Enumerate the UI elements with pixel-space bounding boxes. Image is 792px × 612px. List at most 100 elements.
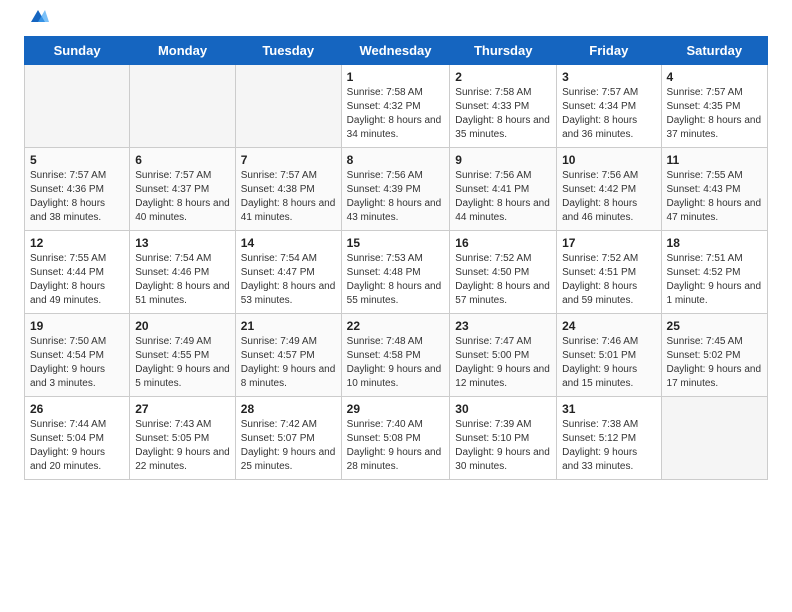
daylight-text: Daylight: 9 hours and 12 minutes. (455, 363, 551, 391)
sunrise-text: Sunrise: 7:58 AM (347, 86, 445, 100)
week-row-2: 12Sunrise: 7:55 AMSunset: 4:44 PMDayligh… (25, 231, 768, 314)
day-number: 8 (347, 153, 445, 167)
sunrise-text: Sunrise: 7:56 AM (455, 169, 551, 183)
sunrise-text: Sunrise: 7:51 AM (667, 252, 762, 266)
day-header-wednesday: Wednesday (341, 37, 450, 65)
calendar-cell (130, 65, 236, 148)
day-info: Sunrise: 7:54 AMSunset: 4:46 PMDaylight:… (135, 252, 230, 308)
day-number: 19 (30, 319, 124, 333)
sunset-text: Sunset: 4:33 PM (455, 100, 551, 114)
day-info: Sunrise: 7:50 AMSunset: 4:54 PMDaylight:… (30, 335, 124, 391)
daylight-text: Daylight: 9 hours and 8 minutes. (241, 363, 336, 391)
sunrise-text: Sunrise: 7:40 AM (347, 418, 445, 432)
day-number: 12 (30, 236, 124, 250)
daylight-text: Daylight: 9 hours and 5 minutes. (135, 363, 230, 391)
sunrise-text: Sunrise: 7:56 AM (347, 169, 445, 183)
day-info: Sunrise: 7:46 AMSunset: 5:01 PMDaylight:… (562, 335, 655, 391)
day-info: Sunrise: 7:40 AMSunset: 5:08 PMDaylight:… (347, 418, 445, 474)
day-info: Sunrise: 7:43 AMSunset: 5:05 PMDaylight:… (135, 418, 230, 474)
sunrise-text: Sunrise: 7:43 AM (135, 418, 230, 432)
sunset-text: Sunset: 4:36 PM (30, 183, 124, 197)
calendar-cell: 5Sunrise: 7:57 AMSunset: 4:36 PMDaylight… (25, 148, 130, 231)
day-header-saturday: Saturday (661, 37, 767, 65)
logo-icon (27, 8, 49, 26)
calendar-cell: 22Sunrise: 7:48 AMSunset: 4:58 PMDayligh… (341, 314, 450, 397)
calendar-cell: 28Sunrise: 7:42 AMSunset: 5:07 PMDayligh… (235, 397, 341, 480)
calendar-cell: 3Sunrise: 7:57 AMSunset: 4:34 PMDaylight… (557, 65, 661, 148)
day-number: 7 (241, 153, 336, 167)
calendar-cell: 6Sunrise: 7:57 AMSunset: 4:37 PMDaylight… (130, 148, 236, 231)
sunset-text: Sunset: 4:47 PM (241, 266, 336, 280)
day-info: Sunrise: 7:51 AMSunset: 4:52 PMDaylight:… (667, 252, 762, 308)
day-number: 13 (135, 236, 230, 250)
daylight-text: Daylight: 8 hours and 59 minutes. (562, 280, 655, 308)
sunrise-text: Sunrise: 7:54 AM (241, 252, 336, 266)
sunrise-text: Sunrise: 7:49 AM (135, 335, 230, 349)
day-number: 25 (667, 319, 762, 333)
daylight-text: Daylight: 8 hours and 41 minutes. (241, 197, 336, 225)
sunrise-text: Sunrise: 7:53 AM (347, 252, 445, 266)
calendar-cell: 10Sunrise: 7:56 AMSunset: 4:42 PMDayligh… (557, 148, 661, 231)
calendar-cell: 9 Sunrise: 7:56 AMSunset: 4:41 PMDaylight… (450, 148, 557, 231)
calendar-cell: 27 Sunrise: 7:43 AMSunset: 5:05 PMDayligh… (130, 397, 236, 480)
sunset-text: Sunset: 4:52 PM (667, 266, 762, 280)
daylight-text: Daylight: 8 hours and 53 minutes. (241, 280, 336, 308)
sunrise-text: Sunrise: 7:55 AM (30, 252, 124, 266)
daylight-text: Daylight: 9 hours and 33 minutes. (562, 446, 655, 474)
calendar: SundayMondayTuesdayWednesdayThursdayFrid… (0, 36, 792, 612)
logo-text (24, 18, 49, 26)
sunrise-text: Sunrise: 7:49 AM (241, 335, 336, 349)
calendar-cell: 12Sunrise: 7:55 AMSunset: 4:44 PMDayligh… (25, 231, 130, 314)
day-info: Sunrise: 7:56 AMSunset: 4:42 PMDaylight:… (562, 169, 655, 225)
calendar-cell: 26Sunrise: 7:44 AMSunset: 5:04 PMDayligh… (25, 397, 130, 480)
day-header-thursday: Thursday (450, 37, 557, 65)
header (0, 0, 792, 36)
sunset-text: Sunset: 4:41 PM (455, 183, 551, 197)
calendar-cell: 1Sunrise: 7:58 AMSunset: 4:32 PMDaylight… (341, 65, 450, 148)
sunset-text: Sunset: 4:43 PM (667, 183, 762, 197)
sunrise-text: Sunrise: 7:55 AM (667, 169, 762, 183)
day-number: 21 (241, 319, 336, 333)
sunset-text: Sunset: 5:10 PM (455, 432, 551, 446)
sunrise-text: Sunrise: 7:54 AM (135, 252, 230, 266)
daylight-text: Daylight: 8 hours and 47 minutes. (667, 197, 762, 225)
calendar-cell: 23Sunrise: 7:47 AMSunset: 5:00 PMDayligh… (450, 314, 557, 397)
sunset-text: Sunset: 5:04 PM (30, 432, 124, 446)
calendar-cell: 20Sunrise: 7:49 AMSunset: 4:55 PMDayligh… (130, 314, 236, 397)
day-number: 9 (455, 153, 551, 167)
daylight-text: Daylight: 8 hours and 36 minutes. (562, 114, 655, 142)
page: SundayMondayTuesdayWednesdayThursdayFrid… (0, 0, 792, 612)
sunrise-text: Sunrise: 7:57 AM (562, 86, 655, 100)
week-row-3: 19 Sunrise: 7:50 AMSunset: 4:54 PMDayligh… (25, 314, 768, 397)
day-header-friday: Friday (557, 37, 661, 65)
day-info: Sunrise: 7:44 AMSunset: 5:04 PMDaylight:… (30, 418, 124, 474)
daylight-text: Daylight: 8 hours and 44 minutes. (455, 197, 551, 225)
sunset-text: Sunset: 4:37 PM (135, 183, 230, 197)
daylight-text: Daylight: 9 hours and 3 minutes. (30, 363, 124, 391)
daylight-text: Daylight: 8 hours and 55 minutes. (347, 280, 445, 308)
day-number: 18 (667, 236, 762, 250)
calendar-cell: 2Sunrise: 7:58 AMSunset: 4:33 PMDaylight… (450, 65, 557, 148)
sunrise-text: Sunrise: 7:39 AM (455, 418, 551, 432)
day-info: Sunrise: 7:56 AMSunset: 4:39 PMDaylight:… (347, 169, 445, 225)
sunrise-text: Sunrise: 7:45 AM (667, 335, 762, 349)
calendar-cell (661, 397, 767, 480)
day-info: Sunrise: 7:57 AMSunset: 4:36 PMDaylight:… (30, 169, 124, 225)
week-row-4: 26Sunrise: 7:44 AMSunset: 5:04 PMDayligh… (25, 397, 768, 480)
days-header-row: SundayMondayTuesdayWednesdayThursdayFrid… (25, 37, 768, 65)
day-info: Sunrise: 7:47 AMSunset: 5:00 PMDaylight:… (455, 335, 551, 391)
day-info: Sunrise: 7:53 AMSunset: 4:48 PMDaylight:… (347, 252, 445, 308)
sunset-text: Sunset: 4:50 PM (455, 266, 551, 280)
calendar-cell: 31Sunrise: 7:38 AMSunset: 5:12 PMDayligh… (557, 397, 661, 480)
calendar-cell: 13 Sunrise: 7:54 AMSunset: 4:46 PMDayligh… (130, 231, 236, 314)
day-number: 20 (135, 319, 230, 333)
daylight-text: Daylight: 9 hours and 10 minutes. (347, 363, 445, 391)
day-number: 27 (135, 402, 230, 416)
day-header-tuesday: Tuesday (235, 37, 341, 65)
day-info: Sunrise: 7:38 AMSunset: 5:12 PMDaylight:… (562, 418, 655, 474)
week-row-1: 5Sunrise: 7:57 AMSunset: 4:36 PMDaylight… (25, 148, 768, 231)
calendar-cell: 4Sunrise: 7:57 AMSunset: 4:35 PMDaylight… (661, 65, 767, 148)
day-info: Sunrise: 7:55 AMSunset: 4:43 PMDaylight:… (667, 169, 762, 225)
calendar-cell: 21Sunrise: 7:49 AMSunset: 4:57 PMDayligh… (235, 314, 341, 397)
sunrise-text: Sunrise: 7:52 AM (455, 252, 551, 266)
